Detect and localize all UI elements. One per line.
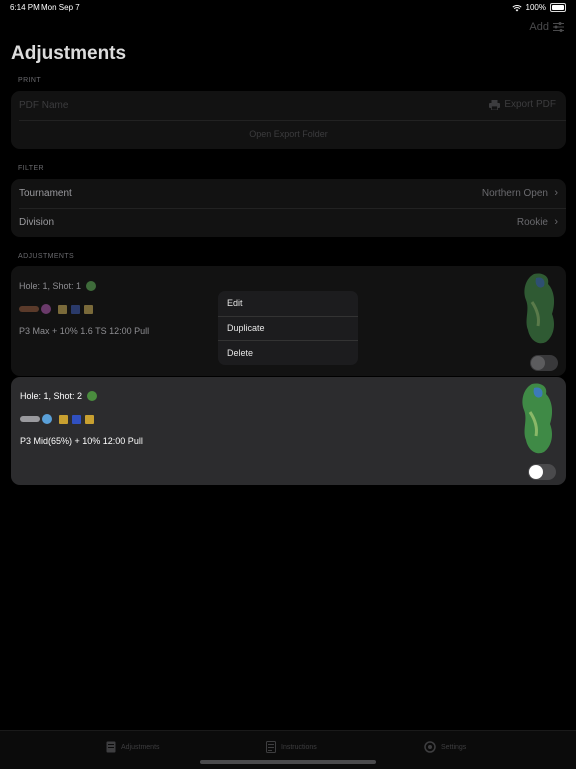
- print-group: PDF Name Export PDF Open Export Folder: [11, 91, 566, 149]
- toggle-knob: [529, 465, 543, 479]
- chevron-right-icon: ›: [554, 216, 558, 228]
- document-icon: [106, 741, 116, 753]
- club-icons-row: [19, 304, 97, 314]
- adjustment-description: P3 Max + 10% 1.6 TS 12:00 Pull: [19, 326, 150, 336]
- add-button-label: Add: [529, 21, 549, 33]
- open-export-folder-button[interactable]: Open Export Folder: [11, 129, 566, 139]
- status-bar: 6:14 PM Mon Sep 7 100%: [0, 0, 576, 14]
- division-row[interactable]: Division Rookie ›: [11, 208, 566, 237]
- add-button[interactable]: Add: [529, 21, 564, 33]
- filter-group: Tournament Northern Open › Division Rook…: [11, 179, 566, 237]
- tournament-value: Northern Open: [481, 188, 548, 199]
- menu-item-label: Edit: [227, 298, 243, 308]
- wifi-icon: [511, 4, 522, 11]
- tournament-row[interactable]: Tournament Northern Open ›: [11, 179, 566, 208]
- adjustment-description: P3 Mid(65%) + 10% 12:00 Pull: [20, 436, 143, 446]
- green-ball-icon: [86, 281, 97, 291]
- printer-icon: [489, 99, 501, 110]
- battery-percent: 100%: [525, 3, 546, 12]
- status-time: 6:14 PM: [10, 3, 40, 12]
- status-right: 100%: [511, 3, 566, 12]
- adjustment-title: Hole: 1, Shot: 2: [20, 391, 83, 401]
- toggle-knob: [531, 356, 545, 370]
- curve-icon: [85, 414, 94, 424]
- page-title: Adjustments: [11, 43, 127, 64]
- spin-icon: [72, 414, 81, 424]
- hole-map-icon: [522, 383, 553, 454]
- tab-label: Adjustments: [121, 743, 160, 751]
- status-date: Mon Sep 7: [41, 3, 80, 12]
- adjustment-card[interactable]: Hole: 1, Shot: 2 P3 Mid(65%) + 10% 12:00…: [11, 377, 566, 485]
- curve-icon: [84, 304, 93, 314]
- context-menu: Edit Duplicate Delete: [218, 291, 358, 365]
- power-icon: [58, 304, 67, 314]
- pdf-name-input[interactable]: PDF Name: [19, 100, 68, 111]
- division-value: Rookie: [516, 217, 548, 228]
- menu-item-label: Duplicate: [227, 323, 265, 333]
- menu-item-duplicate[interactable]: Duplicate: [218, 316, 358, 340]
- adjustment-toggle[interactable]: [530, 355, 558, 371]
- green-ball-icon: [87, 391, 98, 401]
- club-icon: [19, 306, 39, 312]
- tab-settings[interactable]: Settings: [424, 741, 466, 753]
- tab-instructions[interactable]: Instructions: [266, 741, 317, 753]
- menu-item-label: Delete: [227, 348, 254, 358]
- export-pdf-label: Export PDF: [504, 99, 556, 110]
- export-pdf-button[interactable]: Export PDF: [489, 99, 556, 110]
- tab-label: Settings: [441, 743, 467, 751]
- adjustments-section-label: ADJUSTMENTS: [18, 253, 75, 260]
- adjustment-toggle[interactable]: [528, 464, 556, 480]
- adjustment-title: Hole: 1, Shot: 1: [19, 281, 82, 291]
- hole-map-icon: [524, 273, 555, 344]
- power-icon: [59, 414, 68, 424]
- menu-item-edit[interactable]: Edit: [218, 291, 358, 315]
- tournament-label: Tournament: [19, 188, 72, 199]
- club-icon: [20, 416, 40, 422]
- club-icons-row: [20, 414, 98, 424]
- chevron-right-icon: ›: [554, 187, 558, 199]
- divider: [19, 120, 566, 121]
- list-icon: [266, 741, 276, 753]
- menu-item-delete[interactable]: Delete: [218, 341, 358, 365]
- gem-icon: [42, 414, 52, 424]
- division-label: Division: [19, 217, 55, 228]
- adjustment-title-row: Hole: 1, Shot: 1: [19, 281, 97, 291]
- tab-adjustments[interactable]: Adjustments: [106, 741, 160, 753]
- print-section-label: PRINT: [18, 77, 41, 84]
- adjustment-title-row: Hole: 1, Shot: 2: [20, 391, 98, 401]
- sliders-icon: [553, 22, 564, 32]
- home-indicator: [200, 760, 376, 764]
- filter-section-label: FILTER: [18, 165, 44, 172]
- battery-icon: [550, 3, 566, 12]
- spin-icon: [71, 304, 80, 314]
- gear-icon: [424, 741, 436, 753]
- tab-label: Instructions: [281, 743, 317, 751]
- gem-icon: [41, 304, 51, 314]
